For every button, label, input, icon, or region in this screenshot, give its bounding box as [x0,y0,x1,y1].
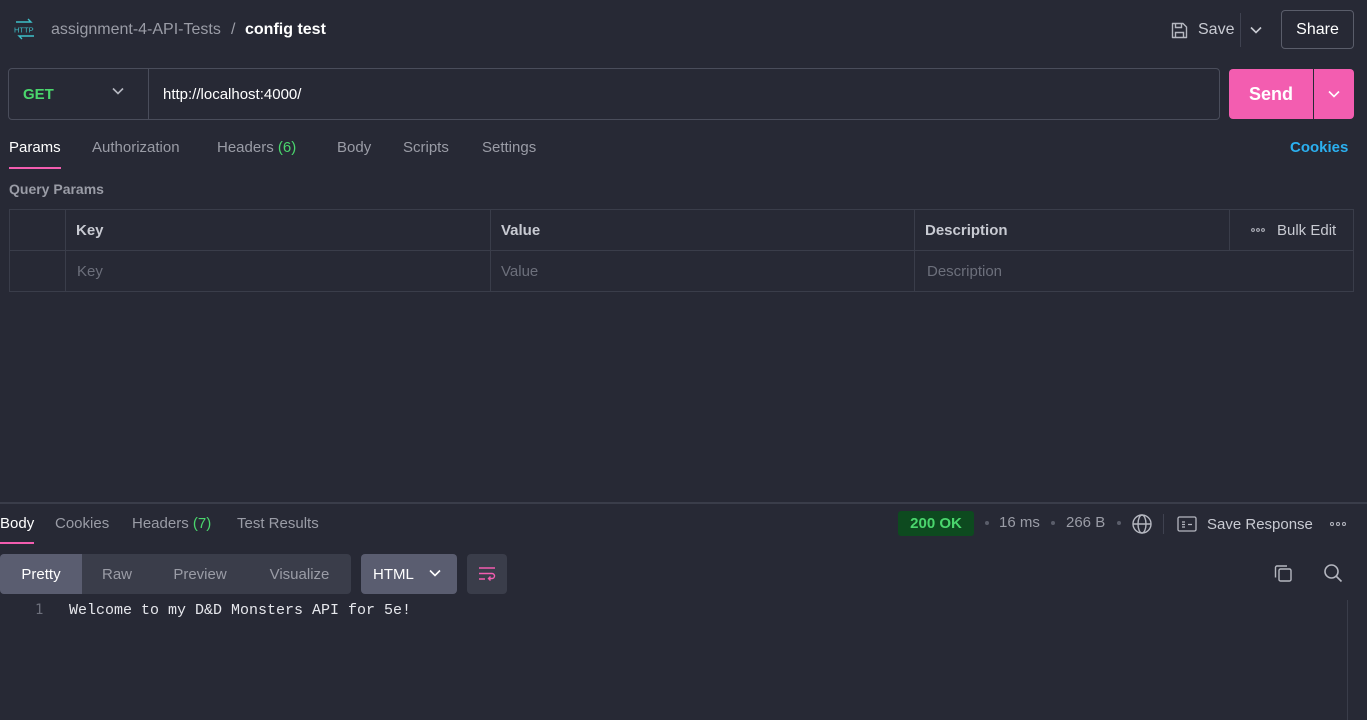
tab-body[interactable]: Body [337,134,371,170]
column-divider [1229,210,1230,251]
param-value-input[interactable]: Value [501,251,538,291]
wrap-lines-icon [479,567,496,581]
bulk-edit-button[interactable]: Bulk Edit [1237,210,1353,250]
tab-label: Authorization [92,139,180,156]
chevron-down-icon [1250,26,1262,34]
view-visualize[interactable]: Visualize [248,554,351,594]
more-horizontal-icon [1251,228,1265,232]
share-button[interactable]: Share [1281,10,1354,49]
param-description-input[interactable]: Description [927,251,1002,291]
separator-dot [1051,521,1055,525]
example-icon [1177,516,1197,532]
status-badge[interactable]: 200 OK [898,511,974,536]
tab-scripts[interactable]: Scripts [403,134,449,170]
tab-label: Headers [132,515,189,532]
table-row: Key Value Description [10,251,1353,292]
http-icon: HTTP [14,18,34,40]
format-label: HTML [373,565,414,583]
view-pretty[interactable]: Pretty [0,554,82,594]
tab-label: Settings [482,139,537,156]
send-button[interactable]: Send [1229,69,1313,119]
method-divider [148,69,149,119]
tab-label: Scripts [403,139,449,156]
tab-response-cookies[interactable]: Cookies [55,509,109,545]
separator-dot [1117,521,1121,525]
format-select[interactable]: HTML [361,554,457,594]
column-divider [490,210,491,291]
query-params-heading: Query Params [9,181,104,197]
tab-response-headers[interactable]: Headers (7) [132,509,211,545]
tab-count-badge: (6) [277,139,297,156]
tab-label: Cookies [55,515,110,532]
save-response-label: Save Response [1207,515,1313,533]
tab-test-results[interactable]: Test Results [237,509,319,545]
tab-label: Body [337,139,372,156]
query-params-table: Key Value Description Bulk Edit Key Valu… [9,209,1354,292]
response-size[interactable]: 266 B [1066,514,1105,531]
wrap-lines-button[interactable] [467,554,507,594]
tab-label: Test Results [237,515,319,532]
app-root: HTTP assignment-4-API-Tests / config tes… [0,0,1367,720]
column-header-value: Value [501,221,541,239]
tab-label: Params [9,139,61,156]
save-label: Save [1198,21,1235,38]
send-options-button[interactable] [1314,69,1354,119]
request-title[interactable]: config test [245,21,326,39]
response-time[interactable]: 16 ms [999,514,1040,531]
column-header-description: Description [925,221,1008,239]
pane-splitter[interactable] [0,502,1367,504]
request-header: HTTP assignment-4-API-Tests / config tes… [0,0,1367,60]
column-header-key: Key [76,221,104,239]
breadcrumb-separator: / [231,21,236,38]
cookies-link[interactable]: Cookies [1290,134,1348,162]
method-select[interactable]: GET [9,69,149,119]
save-divider [1240,13,1241,47]
method-label: GET [23,85,54,103]
tab-headers[interactable]: Headers (6) [217,134,296,170]
column-divider [914,210,915,291]
line-number: 1 [35,602,44,618]
chevron-down-icon [112,87,124,95]
param-key-input[interactable]: Key [77,251,103,291]
toolbar-divider [1163,514,1164,534]
tab-settings[interactable]: Settings [482,134,536,170]
tab-params[interactable]: Params [9,134,61,170]
tab-label: Body [0,515,35,532]
view-mode-segmented: Pretty Raw Preview Visualize [0,554,351,594]
breadcrumb-collection[interactable]: assignment-4-API-Tests [51,21,221,39]
copy-icon[interactable] [1272,562,1294,584]
tab-label: Headers [217,139,274,156]
chevron-down-icon [429,569,441,577]
save-button[interactable]: Save [1166,13,1239,47]
separator-dot [985,521,989,525]
response-body-line[interactable]: Welcome to my D&D Monsters API for 5e! [69,602,411,619]
bulk-edit-label: Bulk Edit [1277,221,1337,239]
chevron-down-icon [1328,90,1340,98]
more-horizontal-icon[interactable] [1329,512,1347,536]
search-icon[interactable] [1322,562,1344,584]
tab-response-body[interactable]: Body [0,509,35,545]
tab-authorization[interactable]: Authorization [92,134,180,170]
view-preview[interactable]: Preview [152,554,248,594]
request-bar: GET http://localhost:4000/ [8,68,1220,120]
view-raw[interactable]: Raw [82,554,152,594]
tab-count-badge: (7) [192,515,212,532]
globe-icon[interactable] [1131,513,1153,535]
scrollbar[interactable] [1347,600,1348,720]
column-divider [65,210,66,291]
table-header-row: Key Value Description Bulk Edit [10,210,1353,251]
http-icon-label: HTTP [14,26,34,35]
save-options-button[interactable] [1244,13,1268,47]
save-response-button[interactable]: Save Response [1177,510,1313,538]
save-icon [1171,22,1188,38]
url-input[interactable]: http://localhost:4000/ [163,69,1203,119]
